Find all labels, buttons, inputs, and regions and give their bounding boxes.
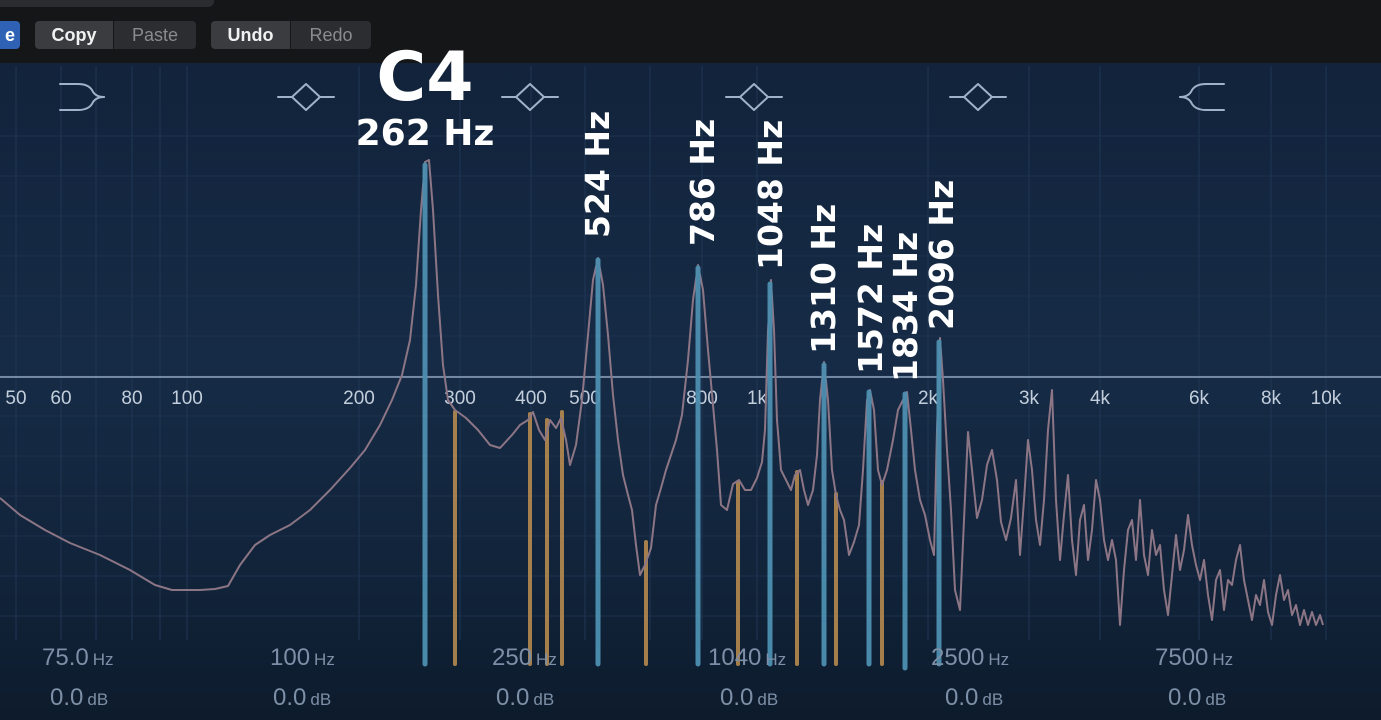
- freq-tick-label: 1k: [747, 388, 768, 409]
- band5-frequency[interactable]: 2500 Hz: [931, 644, 1009, 672]
- band6-frequency[interactable]: 7500 Hz: [1155, 644, 1233, 672]
- band3-frequency-unit: Hz: [536, 650, 557, 669]
- band3-gain-unit: dB: [533, 690, 555, 709]
- bell-icon-band2[interactable]: [277, 83, 335, 98]
- band4-frequency-unit: Hz: [765, 650, 787, 669]
- freq-tick-label: 6k: [1189, 388, 1210, 409]
- freq-tick-label: 300: [444, 388, 476, 409]
- band4-gain-unit: dB: [757, 690, 779, 709]
- band6-gain-value: 0.0: [1168, 684, 1202, 711]
- freq-tick-label: 80: [121, 388, 142, 409]
- band5-gain-value: 0.0: [945, 684, 979, 711]
- bell-icon-band5[interactable]: [949, 83, 1007, 98]
- band3-frequency[interactable]: 250 Hz: [492, 644, 557, 672]
- low-cut-icon[interactable]: [59, 83, 105, 98]
- harmonic-label: 1048 Hz: [751, 120, 790, 270]
- frequency-axis: 50 60 80 100 200 300 400 500 800 1k 2k 3…: [5, 388, 1341, 409]
- high-cut-icon-lower: [1179, 96, 1225, 111]
- freq-tick-label: 2k: [918, 388, 939, 409]
- band1-frequency-value: 75.0: [42, 644, 89, 671]
- note-name-label: C4: [376, 38, 473, 117]
- bell-icon-band3[interactable]: [501, 83, 559, 98]
- low-cut-icon-lower: [59, 96, 105, 111]
- band6-frequency-value: 7500: [1155, 644, 1209, 671]
- high-cut-icon[interactable]: [1179, 83, 1225, 98]
- band2-gain[interactable]: 0.0 dB: [273, 684, 331, 712]
- band3-gain-value: 0.0: [496, 684, 530, 711]
- harmonic-label: 2096 Hz: [922, 180, 961, 330]
- band5-gain-unit: dB: [982, 690, 1004, 709]
- freq-tick-label: 100: [171, 388, 203, 409]
- bell-icon-band4[interactable]: [725, 83, 783, 98]
- freq-tick-label: 3k: [1019, 388, 1040, 409]
- freq-tick-label: 8k: [1261, 388, 1282, 409]
- band1-gain[interactable]: 0.0 dB: [50, 684, 108, 712]
- harmonic-label: 1834 Hz: [886, 232, 925, 382]
- harmonic-label: 1572 Hz: [851, 224, 890, 374]
- harmonic-label: 524 Hz: [578, 111, 617, 238]
- bell-icon-band3-lower: [515, 96, 545, 111]
- band2-frequency-unit: Hz: [314, 650, 335, 669]
- band4-gain-value: 0.0: [720, 684, 754, 711]
- band4-frequency[interactable]: 1040 Hz: [708, 644, 786, 672]
- band2-gain-unit: dB: [310, 690, 332, 709]
- freq-tick-label: 4k: [1090, 388, 1111, 409]
- freq-tick-label: 50: [5, 388, 26, 409]
- band2-frequency-value: 100: [270, 644, 311, 671]
- band1-frequency[interactable]: 75.0 Hz: [42, 644, 114, 672]
- band4-gain[interactable]: 0.0 dB: [720, 684, 778, 712]
- band5-frequency-value: 2500: [931, 644, 985, 671]
- band1-gain-unit: dB: [87, 690, 109, 709]
- bell-icon-band4-lower: [739, 96, 769, 111]
- band1-frequency-unit: Hz: [92, 650, 114, 669]
- freq-tick-label: 60: [50, 388, 71, 409]
- eq-graph: 50 60 80 100 200 300 400 500 800 1k 2k 3…: [0, 38, 1381, 671]
- band5-gain[interactable]: 0.0 dB: [945, 684, 1003, 712]
- freq-tick-label: 200: [343, 388, 375, 409]
- band4-frequency-value: 1040: [708, 644, 762, 671]
- freq-tick-label: 400: [515, 388, 547, 409]
- band1-gain-value: 0.0: [50, 684, 84, 711]
- eq-window: e Copy Paste Undo Redo 50 60 80 100 200 …: [0, 0, 1381, 720]
- bell-icon-band2-lower: [291, 96, 321, 111]
- fundamental-label: 262 Hz: [356, 113, 495, 154]
- band3-gain[interactable]: 0.0 dB: [496, 684, 554, 712]
- harmonic-label: 1310 Hz: [804, 204, 843, 354]
- band3-frequency-value: 250: [492, 644, 533, 671]
- band5-frequency-unit: Hz: [988, 650, 1010, 669]
- band6-gain-unit: dB: [1205, 690, 1227, 709]
- band2-frequency[interactable]: 100 Hz: [270, 644, 335, 672]
- band6-frequency-unit: Hz: [1212, 650, 1234, 669]
- harmonic-label: 786 Hz: [683, 119, 722, 246]
- band6-gain[interactable]: 0.0 dB: [1168, 684, 1226, 712]
- band2-gain-value: 0.0: [273, 684, 307, 711]
- bell-icon-band5-lower: [963, 96, 993, 111]
- freq-tick-label: 10k: [1311, 388, 1342, 409]
